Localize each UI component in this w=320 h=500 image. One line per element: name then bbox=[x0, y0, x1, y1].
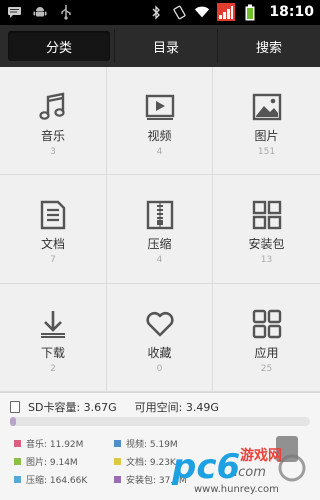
category-count: 4 bbox=[156, 147, 163, 157]
clock: 18:10 bbox=[269, 4, 314, 20]
tab-category[interactable]: 分类 bbox=[8, 31, 110, 61]
category-package[interactable]: 安装包 13 bbox=[213, 175, 320, 284]
legend-label: 图片: 9.14M bbox=[26, 458, 78, 468]
category-label: 应用 bbox=[254, 346, 279, 360]
svg-text:游戏网: 游戏网 bbox=[240, 447, 282, 464]
legend-swatch bbox=[14, 440, 21, 447]
status-bar: 18:10 bbox=[0, 0, 320, 25]
legend-label: 音乐: 11.92M bbox=[26, 440, 84, 450]
tab-search[interactable]: 搜索 bbox=[217, 29, 320, 63]
category-label: 文档 bbox=[40, 237, 65, 251]
bluetooth-icon bbox=[148, 4, 164, 20]
download-icon bbox=[41, 311, 65, 338]
category-count: 3 bbox=[50, 147, 56, 157]
category-grid: 音乐 3 视频 4 图片 151 文档 7 压缩 4 安装包 13 下载 2 收… bbox=[0, 67, 320, 392]
legend-item-archive: 压缩: 164.66K bbox=[14, 473, 114, 486]
legend-swatch bbox=[14, 458, 21, 465]
android-icon bbox=[32, 4, 48, 20]
archive-icon bbox=[146, 200, 173, 230]
category-count: 0 bbox=[156, 364, 163, 374]
favorite-icon bbox=[145, 311, 174, 337]
category-label: 音乐 bbox=[40, 129, 65, 143]
category-count: 7 bbox=[50, 255, 56, 265]
category-music[interactable]: 音乐 3 bbox=[0, 67, 107, 175]
tab-directory[interactable]: 目录 bbox=[114, 29, 217, 63]
svg-text:www.hunrey.com: www.hunrey.com bbox=[194, 484, 279, 495]
sd-card-icon bbox=[10, 401, 20, 413]
signal-icon bbox=[217, 3, 236, 21]
video-icon bbox=[145, 94, 174, 120]
category-apps[interactable]: 应用 25 bbox=[213, 284, 320, 392]
usb-icon bbox=[58, 4, 74, 20]
category-count: 2 bbox=[50, 364, 56, 374]
music-icon bbox=[39, 92, 65, 120]
message-icon bbox=[6, 4, 22, 20]
svg-text:pc6: pc6 bbox=[171, 447, 240, 487]
watermark-logo: pc6 游戏网 .com www.hunrey.com bbox=[171, 436, 306, 495]
category-label: 收藏 bbox=[147, 346, 172, 360]
tab-bar: 分类 目录 搜索 bbox=[0, 25, 320, 67]
category-label: 压缩 bbox=[147, 237, 172, 251]
svg-text:.com: .com bbox=[234, 465, 266, 480]
category-label: 视频 bbox=[147, 129, 172, 143]
storage-usage-bar bbox=[10, 417, 310, 426]
document-icon bbox=[40, 200, 66, 230]
category-favorite[interactable]: 收藏 0 bbox=[107, 284, 213, 392]
package-icon bbox=[252, 200, 281, 230]
category-count: 151 bbox=[257, 147, 276, 157]
category-label: 安装包 bbox=[248, 237, 285, 251]
image-icon bbox=[252, 93, 281, 121]
legend-label: 压缩: 164.66K bbox=[26, 476, 88, 486]
legend-swatch bbox=[114, 440, 121, 447]
apps-icon bbox=[252, 309, 281, 339]
legend-swatch bbox=[114, 458, 121, 465]
category-image[interactable]: 图片 151 bbox=[213, 67, 320, 175]
category-document[interactable]: 文档 7 bbox=[0, 175, 107, 284]
legend-item-image: 图片: 9.14M bbox=[14, 455, 114, 468]
category-download[interactable]: 下载 2 bbox=[0, 284, 107, 392]
category-video[interactable]: 视频 4 bbox=[107, 67, 213, 175]
wifi-icon bbox=[194, 4, 210, 20]
category-label: 图片 bbox=[254, 129, 279, 143]
category-count: 13 bbox=[260, 255, 273, 265]
category-label: 下载 bbox=[40, 346, 65, 360]
sd-free-label: 可用空间: 3.49G bbox=[134, 401, 219, 414]
category-count: 25 bbox=[260, 364, 273, 374]
storage-usage-fill bbox=[10, 417, 16, 426]
rotation-icon bbox=[171, 4, 187, 20]
legend-swatch bbox=[114, 476, 121, 483]
sd-capacity-label: SD卡容量: 3.67G bbox=[28, 401, 117, 414]
legend-swatch bbox=[14, 476, 21, 483]
legend-item-music: 音乐: 11.92M bbox=[14, 437, 114, 450]
category-count: 4 bbox=[156, 255, 163, 265]
battery-icon bbox=[242, 4, 258, 20]
storage-summary: SD卡容量: 3.67G 可用空间: 3.49G bbox=[10, 399, 219, 415]
category-archive[interactable]: 压缩 4 bbox=[107, 175, 213, 284]
storage-panel: SD卡容量: 3.67G 可用空间: 3.49G 音乐: 11.92M 视频: … bbox=[0, 392, 320, 500]
